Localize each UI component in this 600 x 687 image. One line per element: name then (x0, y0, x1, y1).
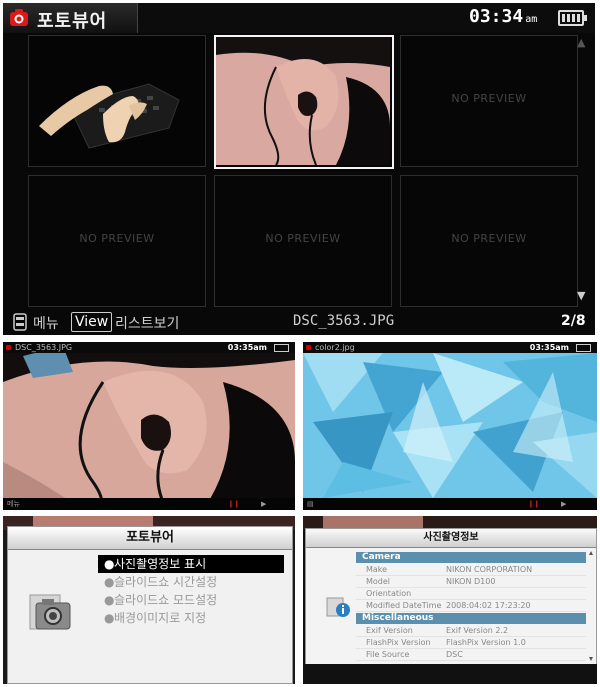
list-view-label[interactable]: 리스트보기 (115, 313, 179, 333)
no-preview-label: NO PREVIEW (451, 232, 527, 245)
clock: 03:34 am (469, 6, 538, 27)
pause-icon[interactable]: ❙❙ (228, 498, 240, 510)
menu-item-slideshow-time[interactable]: ●슬라이드쇼 시간설정 (98, 573, 284, 591)
info-row: Exif Version Exif Version 2.2 (356, 625, 586, 637)
menu-item-set-background[interactable]: ●배경이미지로 지정 (98, 609, 284, 627)
camera-icon (29, 594, 71, 630)
record-dot-icon (6, 345, 11, 350)
blue-abstract-photo (303, 342, 597, 510)
mini-filename: DSC_3563.JPG (15, 343, 73, 352)
menu-item-slideshow-mode[interactable]: ●슬라이드쇼 모드설정 (98, 591, 284, 609)
menu-key-icon (13, 313, 27, 331)
info-scrollbar[interactable] (589, 551, 593, 661)
next-icon[interactable]: ▶ (561, 498, 566, 510)
pause-icon[interactable]: ❙❙ (528, 498, 540, 510)
ear-closeup-photo-full (3, 342, 295, 510)
record-dot-icon (306, 345, 311, 350)
options-menu-popup: 포토뷰어 ●사진촬영정보 표시 ●슬라이드쇼 시간설정 ●슬라이드쇼 모드설정 … (7, 526, 293, 684)
mini-filename: color2.jpg (315, 343, 355, 352)
thumbnail-3[interactable]: NO PREVIEW (400, 35, 578, 167)
mini-bottom-bar: 메뉴 ❙❙ ▶ (3, 498, 295, 510)
mini-clock: 03:35am (529, 343, 569, 352)
options-menu-screen: 포토뷰어 ●사진촬영정보 표시 ●슬라이드쇼 시간설정 ●슬라이드쇼 모드설정 … (3, 516, 295, 684)
menu-title: 포토뷰어 (8, 527, 292, 550)
top-status-bar: 포토뷰어 03:34 am (3, 3, 595, 33)
mini-bottom-bar: ▤ ❙❙ ▶ (303, 498, 597, 510)
section-miscellaneous: Miscellaneous (356, 613, 586, 624)
page-indicator: 2/8 (561, 313, 586, 329)
info-row: Make NIKON CORPORATION (356, 564, 586, 576)
info-row: Model NIKON D100 (356, 576, 586, 588)
thumbnail-1[interactable] (28, 35, 206, 167)
photo-viewer-grid-screen: 포토뷰어 03:34 am NO PREVIEW NO PREVIEW NO P… (3, 3, 595, 335)
section-camera: Camera (356, 552, 586, 563)
photo-view-screen-2: color2.jpg 03:35am ▤ ❙❙ ▶ (303, 342, 597, 510)
thumbnail-2-selected[interactable] (214, 35, 394, 169)
info-title: 사진촬영정보 (306, 529, 596, 548)
no-preview-label: NO PREVIEW (79, 232, 155, 245)
scroll-down-icon[interactable]: ▼ (577, 289, 585, 302)
info-bottom-bar (303, 664, 597, 684)
selected-filename: DSC_3563.JPG (293, 313, 395, 329)
info-table: Camera Make NIKON CORPORATION Model NIKON … (356, 551, 586, 661)
scroll-up-icon[interactable]: ▲ (577, 36, 585, 49)
mini-menu-label[interactable]: 메뉴 (7, 498, 20, 510)
bottom-bar: 메뉴 View 리스트보기 DSC_3563.JPG 2/8 (3, 310, 595, 335)
mini-clock: 03:35am (227, 343, 267, 352)
keyboard-hands-photo (29, 36, 205, 166)
photo-view-screen-1: DSC_3563.JPG 03:35am 메뉴 ❙❙ ▶ (3, 342, 295, 510)
thumbnail-5[interactable]: NO PREVIEW (214, 175, 392, 307)
battery-icon (558, 10, 587, 26)
thumbnail-4[interactable]: NO PREVIEW (28, 175, 206, 307)
photo-info-screen: 사진촬영정보 Camera Make NIKON CORPORATION Mode… (303, 516, 597, 684)
camera-app-icon (10, 9, 28, 26)
thumbnail-6[interactable]: NO PREVIEW (400, 175, 578, 307)
next-icon[interactable]: ▶ (261, 498, 266, 510)
view-key-icon[interactable]: View (71, 312, 113, 332)
menu-list: ●사진촬영정보 표시 ●슬라이드쇼 시간설정 ●슬라이드쇼 모드설정 ●배경이미… (98, 555, 284, 627)
mini-battery-icon (274, 344, 289, 352)
thumbnail-grid: NO PREVIEW NO PREVIEW NO PREVIEW NO PREV… (28, 35, 588, 310)
menu-key-icon[interactable]: ▤ (307, 498, 314, 510)
info-row: File Source DSC (356, 649, 586, 661)
menu-label[interactable]: 메뉴 (33, 313, 59, 333)
ear-closeup-photo (216, 37, 390, 166)
info-row: Modified DateTime 2008:04:02 17:23:20 (356, 600, 586, 612)
photo-info-dialog: 사진촬영정보 Camera Make NIKON CORPORATION Mode… (305, 528, 597, 666)
mini-status-bar: DSC_3563.JPG 03:35am (3, 342, 295, 353)
menu-item-show-photo-info[interactable]: ●사진촬영정보 표시 (98, 555, 284, 573)
info-row: FlashPix Version FlashPix Version 1.0 (356, 637, 586, 649)
app-title: 포토뷰어 (37, 11, 108, 32)
photo-info-icon (326, 597, 350, 617)
mini-battery-icon (576, 344, 591, 352)
no-preview-label: NO PREVIEW (265, 232, 341, 245)
mini-status-bar: color2.jpg 03:35am (303, 342, 597, 353)
no-preview-label: NO PREVIEW (451, 92, 527, 105)
info-row: Orientation (356, 588, 586, 600)
